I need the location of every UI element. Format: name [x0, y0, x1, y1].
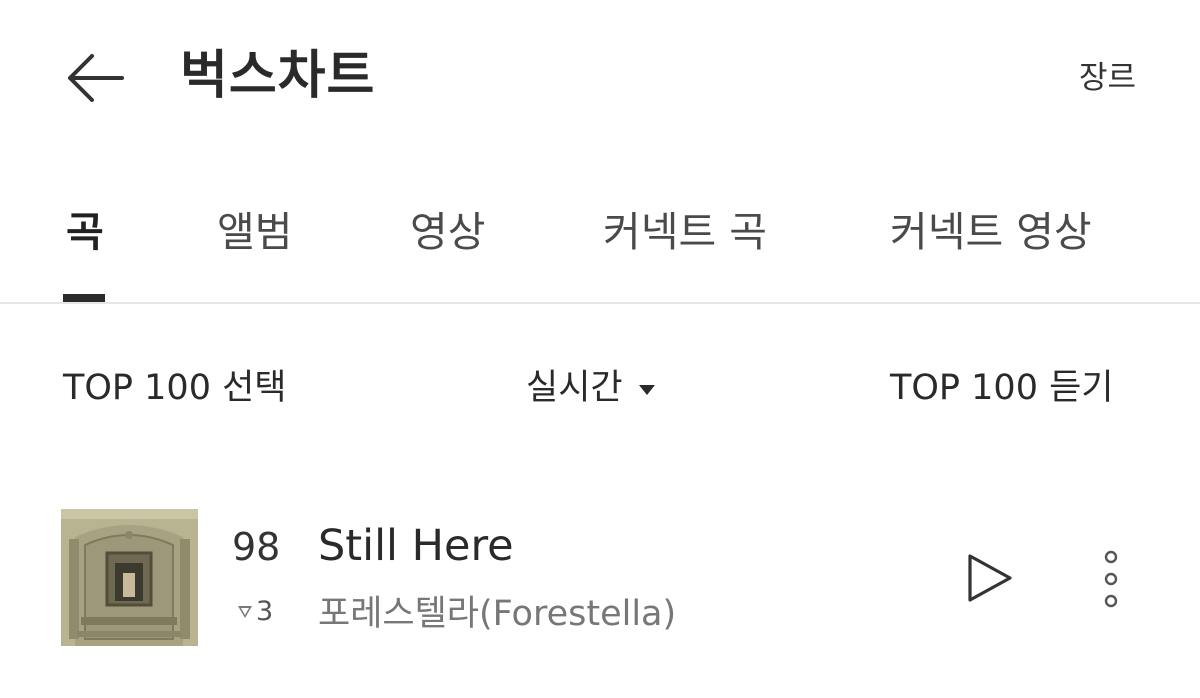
- rank-change-value: 3: [256, 596, 274, 627]
- tab-albums[interactable]: 앨범: [217, 204, 292, 260]
- rank-number: 98: [232, 525, 281, 569]
- back-button[interactable]: [60, 46, 130, 110]
- album-art[interactable]: [61, 509, 198, 646]
- chart-list-item[interactable]: 98 3 Still Here 포레스텔라(Forestella): [0, 500, 1200, 660]
- more-vertical-icon[interactable]: [1096, 548, 1126, 610]
- artist-name[interactable]: 포레스텔라(Forestella): [318, 590, 676, 638]
- song-title[interactable]: Still Here: [318, 518, 514, 574]
- top100-listen-button[interactable]: TOP 100 듣기: [890, 363, 1114, 413]
- top100-select-button[interactable]: TOP 100 선택: [63, 363, 287, 413]
- tab-connect-videos[interactable]: 커넥트 영상: [890, 204, 1092, 260]
- tab-connect-songs[interactable]: 커넥트 곡: [603, 204, 767, 260]
- period-dropdown[interactable]: 실시간: [526, 363, 655, 413]
- arrow-left-icon: [68, 54, 124, 102]
- tab-songs[interactable]: 곡: [66, 204, 104, 260]
- app-header: 벅스차트 장르: [0, 0, 1200, 150]
- filter-bar: TOP 100 선택 실시간 TOP 100 듣기: [0, 355, 1200, 425]
- active-tab-indicator: [63, 294, 105, 302]
- play-icon[interactable]: [960, 550, 1016, 606]
- page-title: 벅스차트: [180, 46, 376, 106]
- rank-down-icon: [238, 606, 252, 618]
- period-dropdown-label: 실시간: [526, 368, 623, 408]
- genre-button[interactable]: 장르: [1079, 56, 1136, 100]
- caret-down-icon: [638, 385, 655, 395]
- tab-bar: 곡 앨범 영상 커넥트 곡 커넥트 영상: [0, 190, 1200, 304]
- rank-change: 3: [238, 592, 273, 632]
- tab-videos[interactable]: 영상: [410, 204, 485, 260]
